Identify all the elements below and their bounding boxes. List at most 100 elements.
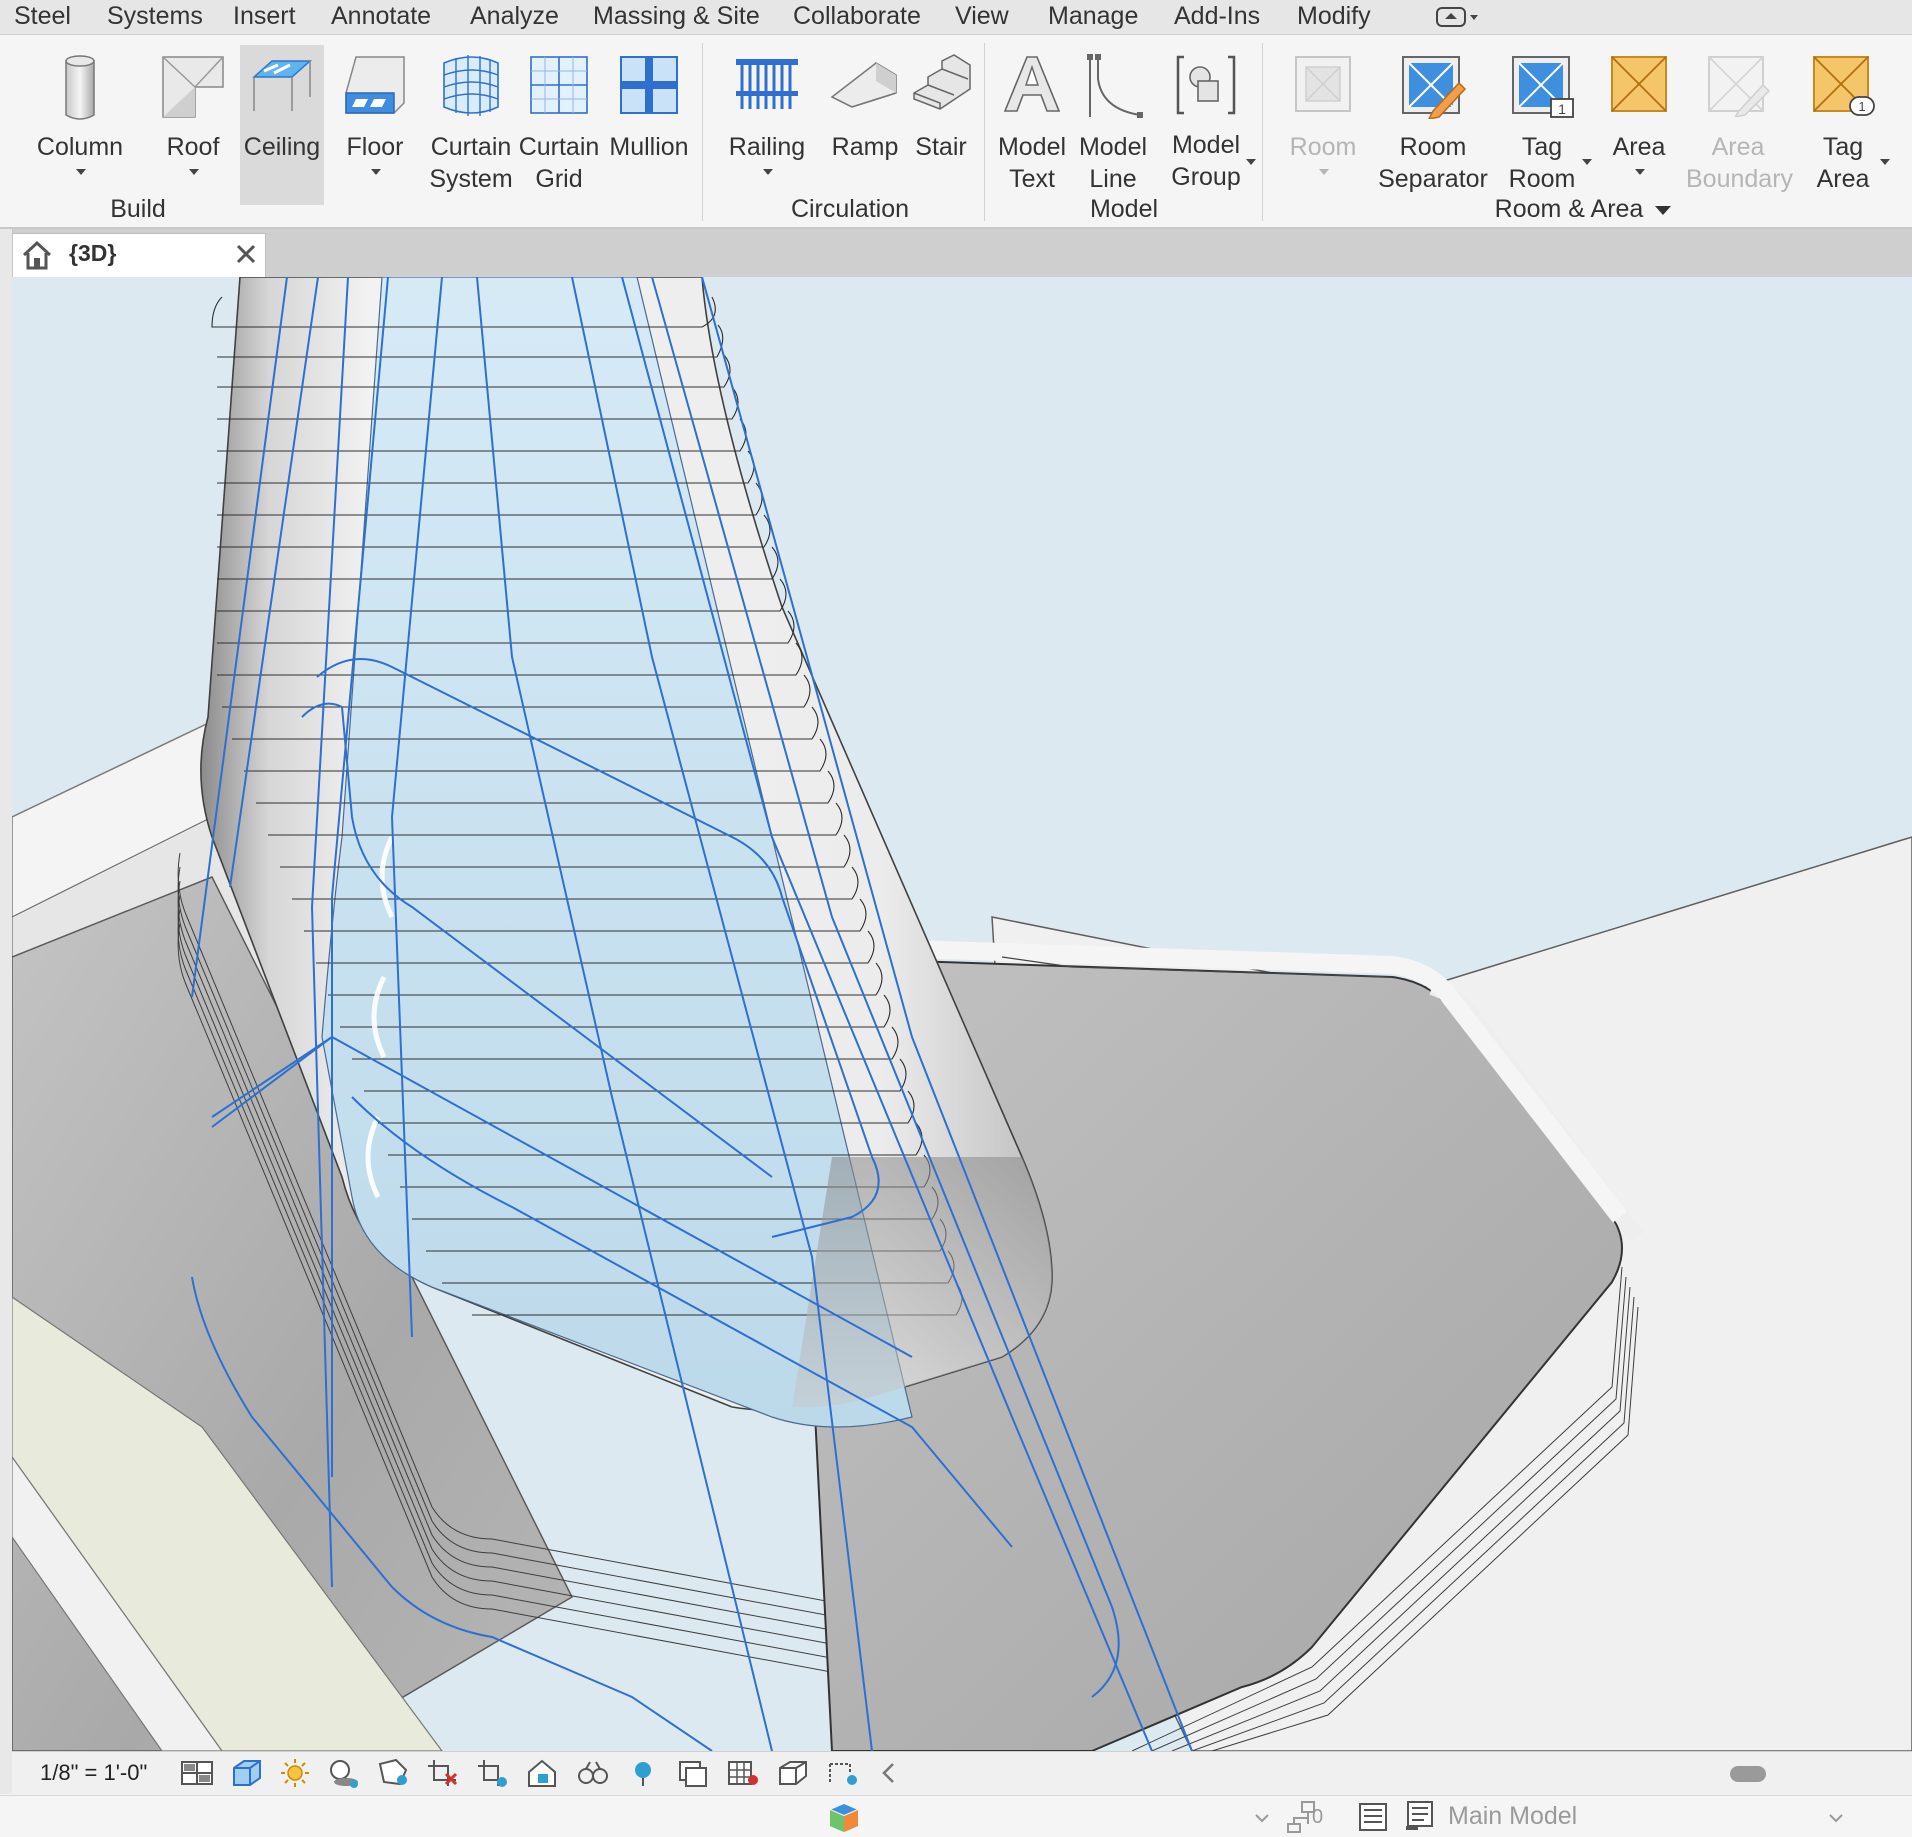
stair-button[interactable]: Stair bbox=[906, 45, 976, 205]
reveal-hidden-icon[interactable] bbox=[626, 1758, 660, 1788]
rendering-icon[interactable] bbox=[376, 1758, 410, 1788]
worksharing-count: 0 bbox=[1312, 1806, 1324, 1828]
panel-divider bbox=[1262, 43, 1263, 221]
chevron-down-icon[interactable] bbox=[1826, 1808, 1846, 1828]
panel-expand-icon[interactable] bbox=[1655, 205, 1672, 215]
editing-requests-icon[interactable] bbox=[1358, 1802, 1388, 1832]
room-separator-button[interactable]: Room Separator bbox=[1376, 45, 1490, 205]
menu-tab-modify[interactable]: Modify bbox=[1297, 0, 1371, 34]
svg-text:1: 1 bbox=[1858, 99, 1865, 114]
tag-room-label-2: Room bbox=[1508, 165, 1576, 193]
chevron-down-icon[interactable] bbox=[76, 169, 86, 175]
menu-tab-view[interactable]: View bbox=[955, 0, 1009, 34]
curtain-grid-button[interactable]: Curtain Grid bbox=[518, 45, 600, 205]
close-icon[interactable] bbox=[235, 243, 257, 265]
chevron-down-icon[interactable] bbox=[371, 169, 381, 175]
chevron-down-icon[interactable] bbox=[1880, 159, 1890, 165]
home-icon[interactable] bbox=[21, 240, 53, 270]
chevron-down-icon[interactable] bbox=[1319, 169, 1329, 175]
model-line-label-1: Model bbox=[1078, 133, 1148, 161]
curtain-system-label-2: System bbox=[429, 165, 513, 193]
room-button[interactable]: Room bbox=[1278, 45, 1368, 205]
chevron-down-icon[interactable] bbox=[763, 169, 773, 175]
floor-label: Floor bbox=[346, 133, 404, 161]
worksets-icon[interactable] bbox=[726, 1758, 760, 1788]
menu-tab-massing-site[interactable]: Massing & Site bbox=[593, 0, 760, 34]
detail-level-icon[interactable] bbox=[180, 1758, 214, 1788]
panel-label-circulation: Circulation bbox=[790, 195, 910, 223]
area-icon bbox=[1611, 56, 1667, 112]
panel-label-model: Model bbox=[1089, 195, 1159, 223]
menu-tab-systems[interactable]: Systems bbox=[107, 0, 203, 34]
model-group-label-2: Group bbox=[1171, 163, 1241, 191]
lock-3d-view-icon[interactable] bbox=[526, 1758, 560, 1788]
model-group-icon bbox=[1176, 55, 1236, 115]
visual-style-icon[interactable] bbox=[230, 1758, 264, 1788]
column-button[interactable]: Column bbox=[28, 45, 132, 205]
sun-path-icon[interactable] bbox=[278, 1758, 312, 1788]
ceiling-button[interactable]: Ceiling bbox=[240, 45, 324, 205]
curtain-grid-label-2: Grid bbox=[535, 165, 583, 193]
temporary-view-properties-icon[interactable] bbox=[676, 1758, 710, 1788]
chevron-down-icon[interactable] bbox=[1246, 159, 1256, 165]
menu-tab-collaborate[interactable]: Collaborate bbox=[793, 0, 921, 34]
model-group-button[interactable]: Model Group bbox=[1158, 45, 1256, 205]
tag-area-icon: 1 bbox=[1813, 56, 1875, 116]
view-tab-3d[interactable]: {3D} bbox=[10, 233, 266, 277]
panel-label-build: Build bbox=[110, 195, 166, 223]
tag-room-label-1: Tag bbox=[1521, 133, 1563, 161]
3d-model-canvas[interactable] bbox=[12, 277, 1912, 1751]
ceiling-label: Ceiling bbox=[243, 133, 321, 161]
chevron-left-icon[interactable] bbox=[878, 1758, 900, 1788]
floor-icon bbox=[345, 56, 405, 114]
model-text-button[interactable]: Model Text bbox=[994, 45, 1070, 205]
chevron-down-icon[interactable] bbox=[1582, 159, 1592, 165]
temporary-hide-icon[interactable] bbox=[576, 1758, 610, 1788]
menu-tab-annotate[interactable]: Annotate bbox=[331, 0, 431, 34]
railing-button[interactable]: Railing bbox=[720, 45, 814, 205]
model-text-label-1: Model bbox=[997, 133, 1067, 161]
ceiling-icon bbox=[252, 60, 312, 111]
view-control-bar: 1/8" = 1'-0" bbox=[12, 1751, 1912, 1796]
column-label: Column bbox=[36, 133, 124, 161]
view-scale[interactable]: 1/8" = 1'-0" bbox=[40, 1760, 147, 1786]
menu-tab-insert[interactable]: Insert bbox=[233, 0, 296, 34]
tag-room-button[interactable]: 1 Tag Room bbox=[1494, 45, 1592, 205]
main-model-icon[interactable] bbox=[1404, 1800, 1436, 1832]
mullion-icon bbox=[620, 56, 678, 114]
view-tab-label: {3D} bbox=[69, 240, 117, 266]
show-crop-region-icon[interactable] bbox=[476, 1758, 510, 1788]
stair-icon bbox=[913, 54, 971, 110]
area-boundary-button[interactable]: Area Boundary bbox=[1686, 45, 1793, 205]
chevron-down-icon[interactable] bbox=[1252, 1808, 1272, 1828]
menu-tab-add-ins[interactable]: Add-Ins bbox=[1174, 0, 1260, 34]
menu-tab-manage[interactable]: Manage bbox=[1048, 0, 1138, 34]
chevron-down-icon[interactable] bbox=[189, 169, 199, 175]
analytical-model-icon[interactable] bbox=[776, 1758, 810, 1788]
constraints-icon[interactable] bbox=[826, 1758, 860, 1788]
menu-tab-analyze[interactable]: Analyze bbox=[470, 0, 559, 34]
ribbon: Column Roof Ceiling Floor Curtain System… bbox=[0, 35, 1912, 229]
menu-tab-steel[interactable]: Steel bbox=[14, 0, 71, 34]
shadows-icon[interactable] bbox=[326, 1758, 360, 1788]
curtain-system-label-1: Curtain bbox=[430, 133, 512, 161]
horizontal-scrollbar-thumb[interactable] bbox=[1730, 1766, 1766, 1782]
floor-button[interactable]: Floor bbox=[332, 45, 418, 205]
model-line-button[interactable]: Model Line bbox=[1074, 45, 1152, 205]
roof-button[interactable]: Roof bbox=[150, 45, 236, 205]
area-button[interactable]: Area bbox=[1596, 45, 1682, 205]
tag-area-button[interactable]: 1 Tag Area bbox=[1796, 45, 1890, 205]
ramp-button[interactable]: Ramp bbox=[820, 45, 910, 205]
chevron-down-icon[interactable] bbox=[1635, 169, 1645, 175]
crop-view-icon[interactable] bbox=[426, 1758, 460, 1788]
panel-divider bbox=[984, 43, 985, 221]
ribbon-minimize-icon[interactable] bbox=[1436, 6, 1480, 28]
curtain-system-button[interactable]: Curtain System bbox=[426, 45, 516, 205]
design-options-icon[interactable] bbox=[826, 1800, 862, 1834]
railing-label: Railing bbox=[728, 133, 806, 161]
menu-bar: Steel Systems Insert Annotate Analyze Ma… bbox=[0, 0, 1912, 35]
mullion-button[interactable]: Mullion bbox=[604, 45, 694, 205]
3d-viewport[interactable] bbox=[12, 277, 1912, 1751]
active-model-label[interactable]: Main Model bbox=[1448, 1802, 1577, 1831]
curtain-grid-icon bbox=[530, 56, 588, 114]
